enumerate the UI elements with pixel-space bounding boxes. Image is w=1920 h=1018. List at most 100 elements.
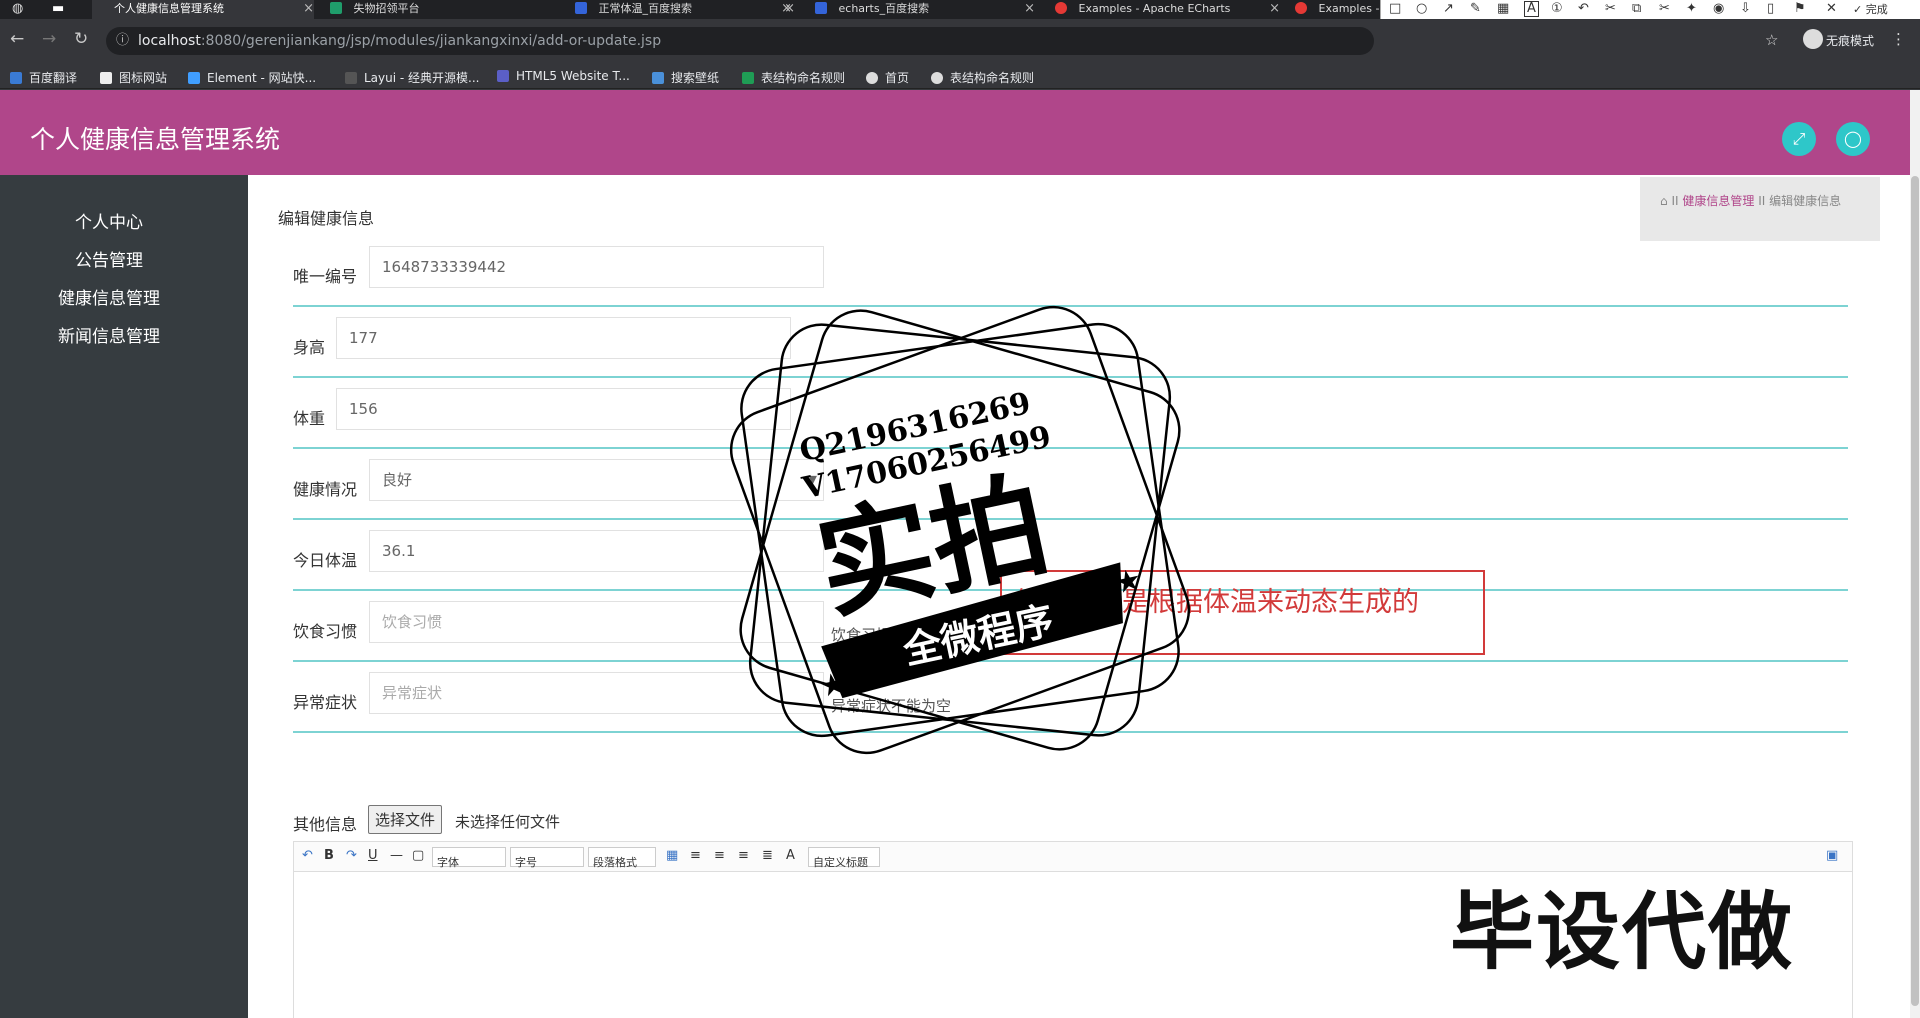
cut-icon[interactable]: ✂ <box>1605 1 1616 16</box>
bookmark-item[interactable]: 表结构命名规则 <box>931 69 1034 86</box>
sidebar-item-notices[interactable]: 公告管理 <box>0 246 218 271</box>
symptom-label: 异常症状 <box>293 693 358 712</box>
mosaic-icon[interactable]: ▦ <box>1497 1 1509 16</box>
bookmark-label: HTML5 Website T... <box>516 69 630 83</box>
scrollbar[interactable] <box>1910 90 1920 1018</box>
undo-icon[interactable]: ↶ <box>302 848 313 863</box>
browser-tab[interactable]: Examples - <box>1295 0 1380 19</box>
justify-icon[interactable]: ≣ <box>762 848 773 863</box>
height-input[interactable]: 177 <box>336 317 791 359</box>
breadcrumb-separator: II <box>1671 194 1679 208</box>
bookmark-icon[interactable]: ⚑ <box>1794 1 1806 16</box>
close-icon[interactable]: × <box>784 0 795 18</box>
underline-button[interactable]: U <box>368 848 378 863</box>
bold-button[interactable]: B <box>324 848 334 863</box>
text-icon[interactable]: A <box>1524 1 1539 17</box>
align-right-icon[interactable]: ≡ <box>738 848 749 863</box>
window-icon[interactable]: ▬ <box>52 1 64 16</box>
health-select[interactable]: 良好 ▼ <box>369 459 824 501</box>
temperature-input[interactable]: 36.1 <box>369 530 824 572</box>
incognito-label[interactable]: 无痕模式 <box>1826 32 1874 49</box>
tab-title: 个人健康信息管理系统 <box>114 2 224 15</box>
scissors-icon[interactable]: ✂ <box>1659 1 1670 16</box>
forward-icon[interactable]: → <box>42 29 56 49</box>
font-family-select[interactable]: 字体 <box>432 847 506 869</box>
font-size-select[interactable]: 字号 <box>510 847 584 869</box>
bookmark-item[interactable]: HTML5 Website T... <box>497 69 630 83</box>
menu-icon[interactable]: ⋮ <box>1891 30 1906 48</box>
sidebar-item-news[interactable]: 新闻信息管理 <box>0 322 218 347</box>
close-icon[interactable]: × <box>1269 0 1280 18</box>
redo-icon[interactable]: ↷ <box>346 848 357 863</box>
info-icon[interactable]: ⓘ <box>116 27 129 55</box>
scrollbar-thumb[interactable] <box>1911 176 1919 1006</box>
id-input[interactable]: 1648733339442 <box>369 246 824 288</box>
number-icon[interactable]: ① <box>1551 1 1563 16</box>
paragraph-select[interactable]: 段落格式 <box>588 847 656 869</box>
align-left-icon[interactable]: ≡ <box>690 848 701 863</box>
weight-input[interactable]: 156 <box>336 388 791 430</box>
bookmark-item[interactable]: 首页 <box>866 69 909 86</box>
url-input[interactable]: ⓘ localhost:8080/gerenjiankang/jsp/modul… <box>106 27 1374 55</box>
browser-tab[interactable]: Examples - Apache ECharts × <box>1055 0 1280 19</box>
bookmark-item[interactable]: Element - 网站快... <box>188 69 316 86</box>
document-icon[interactable]: ▢ <box>412 848 424 863</box>
pin-icon[interactable]: ✦ <box>1686 1 1697 16</box>
id-value: 1648733339442 <box>382 258 507 276</box>
diet-hint: 饮食习惯 <box>831 626 892 644</box>
sidebar-item-health-info[interactable]: 健康信息管理 <box>0 284 218 309</box>
back-icon[interactable]: ← <box>10 29 24 49</box>
rectangle-icon[interactable]: □ <box>1389 1 1401 16</box>
sidebar-item-label: 公告管理 <box>75 251 143 271</box>
fullscreen-button[interactable]: ⤢ <box>1782 122 1816 156</box>
finish-button[interactable]: ✓ 完成 <box>1853 1 1888 17</box>
fullscreen-editor-icon[interactable]: ▣ <box>1826 848 1838 863</box>
pen-icon[interactable]: ✎ <box>1470 1 1481 16</box>
incognito-icon <box>1803 29 1823 49</box>
bookmark-item[interactable]: 百度翻译 <box>10 69 77 86</box>
tab-title: Examples - Apache ECharts <box>1078 2 1231 15</box>
arrow-icon[interactable]: ↗ <box>1443 1 1454 16</box>
user-button[interactable]: ◯ <box>1836 122 1870 156</box>
globe-icon: ◍ <box>12 1 24 16</box>
font-size-label: 字号 <box>515 856 537 869</box>
bookmark-item[interactable]: 图标网站 <box>100 69 167 86</box>
choose-file-button[interactable]: 选择文件 <box>368 805 443 834</box>
ellipse-icon[interactable]: ○ <box>1416 1 1427 16</box>
custom-title-label: 自定义标题 <box>813 856 868 869</box>
phone-icon[interactable]: ▯ <box>1767 1 1774 16</box>
sidebar-item-personal-center[interactable]: 个人中心 <box>0 208 218 233</box>
bookmark-label: Layui - 经典开源模... <box>364 71 480 85</box>
echarts-favicon-icon <box>1295 2 1307 14</box>
align-center-icon[interactable]: ≡ <box>714 848 725 863</box>
record-icon[interactable]: ◉ <box>1713 1 1724 16</box>
star-icon[interactable]: ☆ <box>1765 31 1778 49</box>
browser-tab-active[interactable]: 个人健康信息管理系统 × <box>92 0 314 19</box>
bookmark-item[interactable]: 搜索壁纸 <box>652 69 719 86</box>
bookmarks-bar: 百度翻译 图标网站 Element - 网站快... Layui - 经典开源模… <box>0 65 1920 89</box>
copy-icon[interactable]: ⧉ <box>1632 1 1641 16</box>
tab-title: 失物招领平台 <box>353 2 420 15</box>
close-icon[interactable]: × <box>303 0 314 18</box>
table-icon[interactable]: ▦ <box>666 848 678 863</box>
font-color-button[interactable]: A <box>786 848 795 863</box>
diet-input[interactable]: 饮食习惯 <box>369 601 824 643</box>
custom-title-select[interactable]: 自定义标题 <box>808 847 880 869</box>
cancel-icon[interactable]: ✕ <box>1826 1 1837 16</box>
bookmark-item[interactable]: 表结构命名规则 <box>742 69 845 86</box>
undo-icon[interactable]: ↶ <box>1578 1 1589 16</box>
breadcrumb-link[interactable]: 健康信息管理 <box>1682 194 1754 208</box>
bookmark-item[interactable]: Layui - 经典开源模... <box>345 69 479 86</box>
close-icon[interactable]: × <box>1024 0 1035 18</box>
reload-icon[interactable]: ↻ <box>74 29 88 49</box>
bookmark-label: 搜索壁纸 <box>671 71 720 85</box>
font-family-label: 字体 <box>437 856 459 869</box>
horizontal-rule-icon[interactable]: — <box>390 848 403 863</box>
browser-tab[interactable]: echarts_百度搜索 × <box>815 0 1035 19</box>
download-icon[interactable]: ⇩ <box>1740 1 1751 16</box>
home-icon[interactable]: ⌂ <box>1660 194 1668 208</box>
symptom-input[interactable]: 异常症状 <box>369 672 824 714</box>
browser-tab[interactable]: 正常体温_百度搜索 × <box>575 0 795 19</box>
annotation-note-box: 体温类型是根据体温来动态生成的 <box>1000 570 1485 655</box>
file-status: 未选择任何文件 <box>455 813 561 831</box>
